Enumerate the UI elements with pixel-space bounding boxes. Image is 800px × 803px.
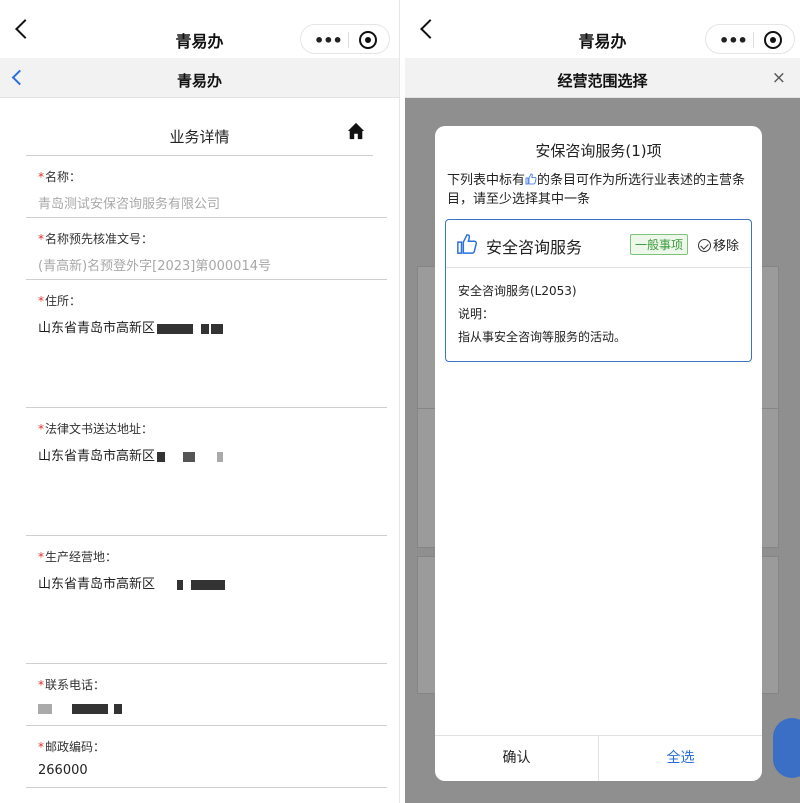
required-mark: * — [38, 232, 44, 246]
field-address: *住所： 山东省青岛市高新区 — [26, 280, 387, 408]
field-label: 名称预先核准文号： — [45, 232, 154, 246]
redacted-text — [157, 323, 194, 334]
redacted-text — [38, 703, 52, 714]
detail-title: 业务详情 — [169, 128, 230, 146]
redacted-text — [201, 323, 210, 334]
confirm-button[interactable]: 确认 — [435, 736, 599, 781]
modal-title: 安保咨询服务(1)项 — [535, 142, 662, 160]
select-all-button[interactable]: 全选 — [599, 736, 762, 781]
field-approval-number: *名称预先核准文号： (青高新)名预登外字[2023]第000014号 — [26, 218, 387, 280]
modal-footer: 确认 全选 — [435, 735, 762, 781]
field-label: 邮政编码： — [45, 740, 106, 754]
sub-bar: 经营范围选择 × — [405, 58, 800, 98]
sub-title: 青易办 — [176, 72, 222, 90]
field-value: 山东省青岛市高新区 — [38, 577, 156, 592]
redacted-text — [217, 451, 224, 462]
redacted-text — [191, 579, 226, 590]
capsule-menu: ••• — [705, 24, 795, 54]
sub-title: 经营范围选择 — [557, 72, 648, 90]
required-mark: * — [38, 550, 44, 564]
field-business-place: *生产经营地： 山东省青岛市高新区 — [26, 536, 387, 664]
detail-header: 业务详情 — [26, 98, 373, 156]
scope-name: 安全咨询服务 — [486, 238, 583, 257]
more-icon[interactable]: ••• — [719, 31, 748, 50]
sub-bar: 青易办 — [0, 58, 399, 98]
home-icon[interactable] — [347, 122, 365, 140]
field-value: 青岛测试安保咨询服务有限公司 — [38, 197, 221, 212]
left-panel: 青易办 ••• 青易办 业务详情 *名称： 青岛测试安保咨询服务有限公司 *名称… — [0, 0, 400, 803]
scope-note: 指从事安全咨询等服务的活动。 — [458, 330, 627, 344]
capsule-menu: ••• — [300, 24, 390, 54]
field-name: *名称： 青岛测试安保咨询服务有限公司 — [26, 156, 387, 218]
required-mark: * — [38, 422, 44, 436]
field-label: 生产经营地： — [45, 550, 118, 564]
close-miniprogram-icon[interactable] — [764, 31, 782, 49]
capsule-divider — [348, 32, 349, 48]
check-circle-icon — [697, 239, 711, 252]
redacted-text — [72, 703, 108, 714]
required-mark: * — [38, 740, 44, 754]
close-miniprogram-icon[interactable] — [359, 31, 377, 49]
modal-hint: 下列表中标有 的条目可作为所选行业表述的主营条目，请至少选择其中一条 — [447, 173, 746, 207]
thumbs-up-icon — [525, 173, 537, 185]
thumbs-up-icon — [457, 234, 478, 254]
right-panel: 青易办 ••• 经营范围选择 × 安保咨询服务(1)项 下列表中标有 的条目可作为… — [405, 0, 800, 803]
floating-action-button[interactable] — [773, 718, 800, 778]
card-body: 安全咨询服务(L2053) 说明： 指从事安全咨询等服务的活动。 — [446, 268, 751, 361]
redacted-text — [177, 579, 184, 590]
card-header: 安全咨询服务 一般事项 移除 — [446, 220, 751, 268]
field-label: 名称： — [45, 170, 82, 184]
field-value: (青高新)名预登外字[2023]第000014号 — [38, 259, 271, 274]
scope-modal: 安保咨询服务(1)项 下列表中标有 的条目可作为所选行业表述的主营条目，请至少选择… — [435, 126, 762, 781]
redacted-text — [157, 451, 166, 462]
selected-scope-card[interactable]: 安全咨询服务 一般事项 移除 安全咨询服务(L2053) 说明： 指从事安全咨询… — [445, 219, 752, 362]
top-bar: 青易办 ••• — [405, 0, 800, 58]
redacted-text — [114, 703, 122, 714]
field-label: 住所： — [45, 294, 82, 308]
more-icon[interactable]: ••• — [314, 31, 343, 50]
required-mark: * — [38, 170, 44, 184]
close-icon[interactable]: × — [772, 68, 786, 88]
redacted-text — [211, 323, 224, 334]
field-value: 266000 — [38, 763, 88, 778]
field-value: 山东省青岛市高新区 — [38, 449, 156, 464]
field-legal-address: *法律文书送达地址： 山东省青岛市高新区 — [26, 408, 387, 536]
required-mark: * — [38, 678, 44, 692]
scope-code: 安全咨询服务(L2053) — [458, 284, 577, 298]
field-phone: *联系电话： — [26, 664, 387, 726]
scope-tag: 一般事项 — [630, 234, 689, 255]
remove-button[interactable]: 移除 — [697, 235, 739, 254]
note-label: 说明： — [458, 307, 495, 321]
field-label: 联系电话： — [45, 678, 106, 692]
field-postcode: *邮政编码： 266000 — [26, 726, 387, 788]
redacted-text — [183, 451, 196, 462]
field-label: 法律文书送达地址： — [45, 422, 154, 436]
top-bar: 青易办 ••• — [0, 0, 399, 58]
required-mark: * — [38, 294, 44, 308]
field-value: 山东省青岛市高新区 — [38, 321, 156, 336]
capsule-divider — [753, 32, 754, 48]
